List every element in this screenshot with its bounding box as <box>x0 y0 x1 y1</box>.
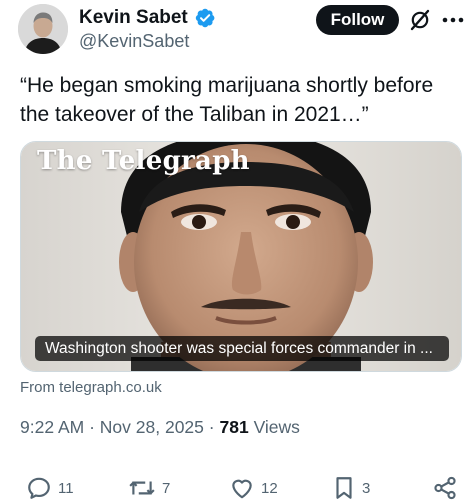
meta-separator: · <box>89 417 95 437</box>
heart-icon <box>232 479 252 499</box>
follow-button[interactable]: Follow <box>316 5 399 35</box>
bookmark-count: 3 <box>362 479 371 497</box>
share-icon <box>434 476 456 500</box>
link-card[interactable]: The Telegraph Washington shooter was spe… <box>20 141 462 372</box>
tweet-meta: 9:22 AM · Nov 28, 2025 · 781 Views <box>20 417 300 438</box>
tweet-container: Kevin Sabet @KevinSabet Follow “He began… <box>0 0 472 500</box>
bookmark-icon <box>336 477 352 499</box>
tweet-time[interactable]: 9:22 AM <box>20 417 84 437</box>
author-display-name[interactable]: Kevin Sabet <box>79 7 188 29</box>
link-card-caption: Washington shooter was special forces co… <box>35 336 449 361</box>
views-label: Views <box>253 417 300 437</box>
tweet-date[interactable]: Nov 28, 2025 <box>100 417 204 437</box>
retweet-count: 7 <box>162 479 171 497</box>
meta-separator: · <box>208 417 215 437</box>
bookmark-button[interactable]: 3 <box>332 474 370 500</box>
reply-button[interactable]: 11 <box>26 474 74 500</box>
retweet-button[interactable]: 7 <box>128 474 170 500</box>
verified-badge-icon <box>194 7 216 29</box>
author-name-row[interactable]: Kevin Sabet <box>79 6 216 30</box>
like-button[interactable]: 12 <box>229 474 278 500</box>
retweet-icon <box>129 481 155 495</box>
grok-icon[interactable] <box>407 7 433 33</box>
reply-count: 11 <box>58 479 74 497</box>
author-handle[interactable]: @KevinSabet <box>79 31 189 52</box>
more-icon[interactable] <box>440 8 466 32</box>
views-count: 781 <box>219 417 249 437</box>
reply-icon <box>28 477 50 499</box>
avatar[interactable] <box>18 4 68 54</box>
tweet-text: “He began smoking marijuana shortly befo… <box>20 74 434 126</box>
link-source[interactable]: From telegraph.co.uk <box>20 379 162 396</box>
share-button[interactable] <box>432 474 458 500</box>
publisher-logo: The Telegraph <box>37 146 250 176</box>
like-count: 12 <box>261 479 278 497</box>
